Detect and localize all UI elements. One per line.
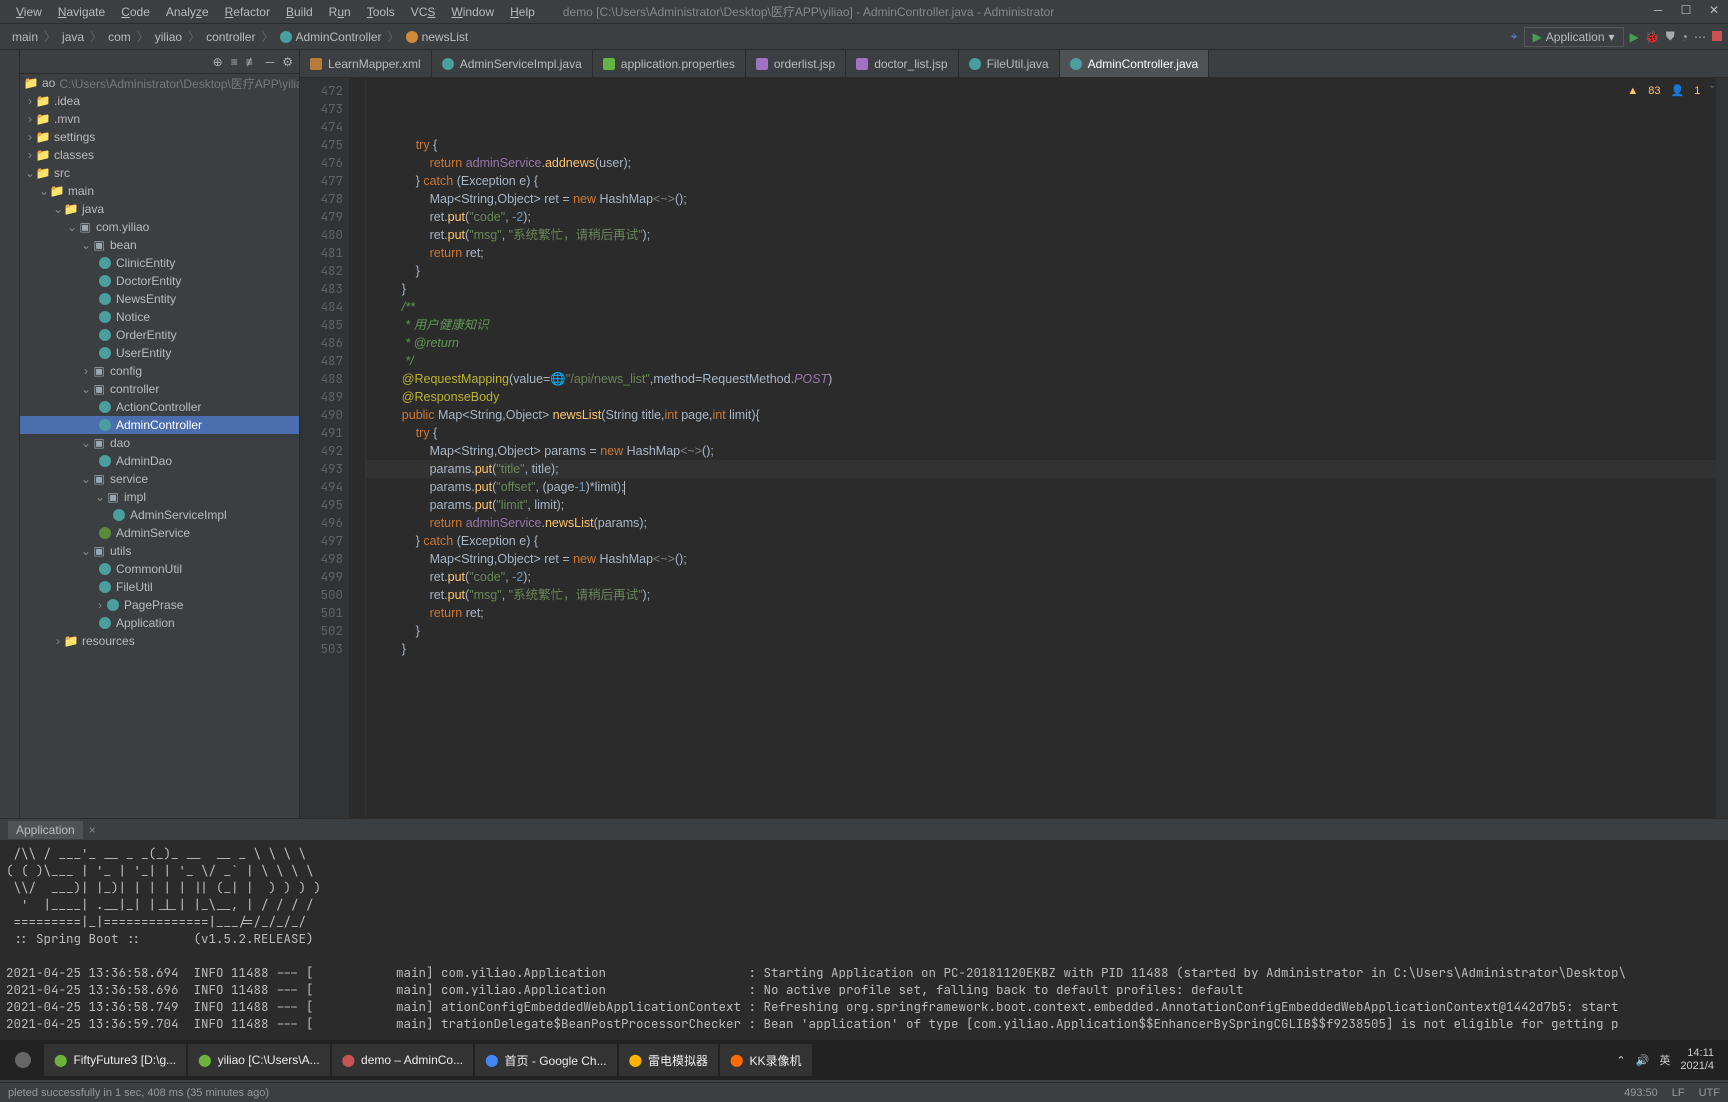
cursor-position[interactable]: 493:50 xyxy=(1624,1087,1658,1099)
status-bar: pleted successfully in 1 sec, 408 ms (35… xyxy=(0,1082,1728,1102)
attach-button[interactable]: ⋯ xyxy=(1694,30,1706,44)
tab-close-icon[interactable]: × xyxy=(89,823,96,837)
debug-button[interactable]: 🐞 xyxy=(1645,30,1660,44)
tab-admincontroller[interactable]: AdminController.java xyxy=(1060,50,1210,77)
taskbar-item[interactable]: ⬤雷电模拟器 xyxy=(619,1044,718,1076)
taskbar-item[interactable]: ⬤demo – AdminCo... xyxy=(332,1044,474,1076)
chevron-down-icon: ▾ xyxy=(1609,30,1615,44)
tree-admincontroller: AdminController xyxy=(20,416,299,434)
taskbar-item[interactable]: ⬤首页 - Google Ch... xyxy=(475,1044,616,1076)
tab-orderlist[interactable]: orderlist.jsp xyxy=(746,50,846,77)
taskbar-item[interactable]: ⬤FiftyFuture3 [D:\g... xyxy=(44,1044,186,1076)
menu-tools[interactable]: Tools xyxy=(359,3,403,21)
menu-vcs[interactable]: VCS xyxy=(403,3,444,21)
line-separator[interactable]: LF xyxy=(1672,1087,1685,1099)
project-tree-panel: ⊕ ≡ ≢ ─ ⚙ 📁aoC:\Users\Administrator\Desk… xyxy=(20,50,300,818)
inspection-indicator[interactable]: ▲83 👤1 ˇ xyxy=(1627,84,1714,97)
nav-compass-icon[interactable]: ⌖ xyxy=(1511,29,1518,44)
status-message: pleted successfully in 1 sec, 408 ms (35… xyxy=(8,1087,269,1099)
menu-help[interactable]: Help xyxy=(502,3,543,21)
crumb-method[interactable]: newsList xyxy=(400,30,475,44)
line-gutter[interactable]: 472 473 474 475 476 477 478 479 480 481 … xyxy=(300,78,350,818)
menu-view[interactable]: View xyxy=(8,3,50,21)
editor-area: LearnMapper.xml AdminServiceImpl.java ap… xyxy=(300,50,1728,818)
project-tool-strip[interactable] xyxy=(0,50,20,818)
crumb-com[interactable]: com xyxy=(102,30,137,44)
navigation-bar: main〉 java〉 com〉 yiliao〉 controller〉 Adm… xyxy=(0,24,1728,50)
profile-button[interactable]: ◔ xyxy=(1681,30,1688,44)
tray-icon[interactable]: 🔊 xyxy=(1636,1054,1650,1067)
editor-tabs: LearnMapper.xml AdminServiceImpl.java ap… xyxy=(300,50,1728,78)
crumb-controller[interactable]: controller xyxy=(200,30,261,44)
user-icon: 👤 xyxy=(1671,84,1685,97)
tab-fileutil[interactable]: FileUtil.java xyxy=(959,50,1060,77)
menu-bar: View Navigate Code Analyze Refactor Buil… xyxy=(0,0,1728,24)
tab-adminserviceimpl[interactable]: AdminServiceImpl.java xyxy=(432,50,593,77)
scrollbar-marks[interactable] xyxy=(1716,78,1728,818)
fold-strip[interactable] xyxy=(350,78,366,818)
crumb-yiliao[interactable]: yiliao xyxy=(149,30,188,44)
window-title: demo [C:\Users\Administrator\Desktop\医疗A… xyxy=(563,3,1055,20)
tray-icon[interactable]: ⌃ xyxy=(1616,1054,1625,1067)
warning-icon: ▲ xyxy=(1627,85,1638,97)
maximize-button[interactable]: ☐ xyxy=(1678,2,1694,18)
file-encoding[interactable]: UTF xyxy=(1699,1087,1720,1099)
start-button[interactable] xyxy=(4,1044,42,1076)
project-tree[interactable]: 📁aoC:\Users\Administrator\Desktop\医疗APP\… xyxy=(20,74,299,818)
menu-analyze[interactable]: Analyze xyxy=(158,3,217,21)
menu-build[interactable]: Build xyxy=(278,3,321,21)
menu-navigate[interactable]: Navigate xyxy=(50,3,113,21)
tab-application[interactable]: Application xyxy=(8,821,83,839)
tab-appprops[interactable]: application.properties xyxy=(593,50,746,77)
taskbar-item[interactable]: ⬤yiliao [C:\Users\A... xyxy=(188,1044,329,1076)
run-console[interactable]: /\\ / ___'_ __ _ _(_)_ __ __ _ \ \ \ \ (… xyxy=(0,841,1728,1058)
chevron-icon: ˇ xyxy=(1710,85,1714,97)
hide-icon[interactable]: ─ xyxy=(266,55,275,69)
code-editor[interactable]: try { return adminService.addnews(user);… xyxy=(366,78,1716,818)
run-button[interactable]: ▶ xyxy=(1630,30,1639,44)
target-icon[interactable]: ⊕ xyxy=(213,55,223,69)
tab-doctorlist[interactable]: doctor_list.jsp xyxy=(846,50,958,77)
menu-code[interactable]: Code xyxy=(113,3,158,21)
crumb-java[interactable]: java xyxy=(56,30,90,44)
minimize-button[interactable]: ─ xyxy=(1650,2,1666,18)
expand-icon[interactable]: ≡ xyxy=(231,55,238,69)
collapse-icon[interactable]: ≢ xyxy=(246,55,258,69)
run-config-label: Application xyxy=(1546,30,1605,44)
run-config-dropdown[interactable]: ▶ Application ▾ xyxy=(1524,27,1624,47)
menu-run[interactable]: Run xyxy=(321,3,359,21)
taskbar-clock[interactable]: 14:11 2021/4 xyxy=(1680,1047,1714,1073)
run-config-icon: ▶ xyxy=(1533,30,1542,44)
windows-taskbar: ⬤FiftyFuture3 [D:\g... ⬤yiliao [C:\Users… xyxy=(0,1040,1728,1080)
tab-learnmapper[interactable]: LearnMapper.xml xyxy=(300,50,432,77)
toolwindow-tabs: Application × xyxy=(0,819,1728,841)
system-tray[interactable]: ⌃ 🔊 英 14:11 2021/4 xyxy=(1616,1047,1724,1073)
close-button[interactable]: ✕ xyxy=(1706,2,1722,18)
coverage-button[interactable]: ⛊ xyxy=(1666,29,1675,44)
taskbar-item[interactable]: ⬤KK录像机 xyxy=(720,1044,811,1076)
gear-icon[interactable]: ⚙ xyxy=(282,55,293,69)
stop-button[interactable] xyxy=(1712,30,1722,44)
menu-window[interactable]: Window xyxy=(443,3,502,21)
crumb-main[interactable]: main xyxy=(6,30,44,44)
tray-icon[interactable]: 英 xyxy=(1659,1052,1670,1068)
crumb-class[interactable]: AdminController xyxy=(274,30,388,44)
menu-refactor[interactable]: Refactor xyxy=(217,3,278,21)
